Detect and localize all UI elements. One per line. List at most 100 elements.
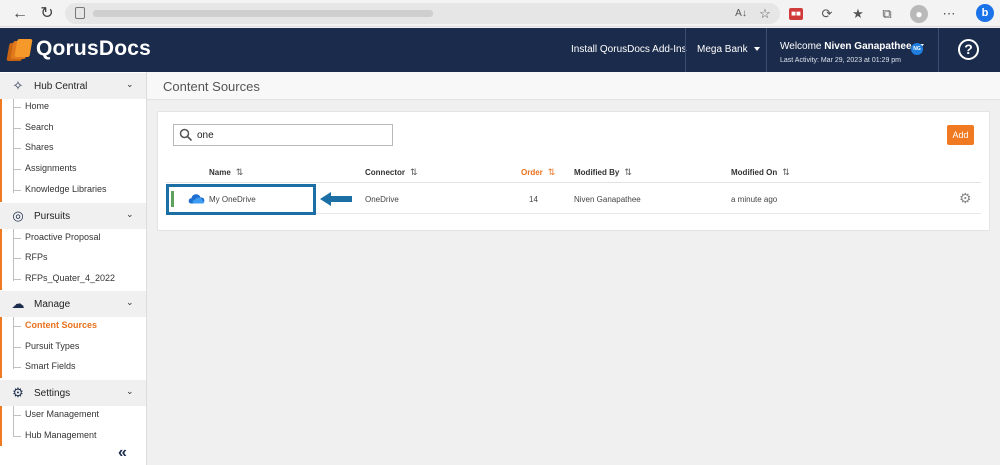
sidebar-section-hub-central[interactable]: ✧ Hub Central ⌄ bbox=[0, 73, 146, 99]
column-header-modified-on[interactable]: Modified On ⇅ bbox=[731, 167, 790, 178]
header-divider bbox=[685, 28, 686, 72]
search-input[interactable] bbox=[197, 130, 387, 141]
install-addins-link[interactable]: Install QorusDocs Add-Ins bbox=[571, 28, 687, 72]
address-url bbox=[93, 10, 433, 17]
sidebar-item-label: Shares bbox=[25, 142, 54, 152]
modified-on-cell: a minute ago bbox=[731, 195, 778, 204]
column-label: Name bbox=[209, 168, 231, 177]
chevron-down-icon: ⌄ bbox=[126, 297, 134, 307]
sidebar-section-manage[interactable]: ☁ Manage ⌄ bbox=[0, 291, 146, 317]
sidebar-item-assignments[interactable]: Assignments bbox=[13, 159, 143, 179]
sidebar-item-hub-management[interactable]: Hub Management bbox=[13, 426, 143, 446]
arrow-left-icon bbox=[320, 192, 352, 206]
sort-icon: ⇅ bbox=[235, 167, 244, 177]
collections-icon[interactable]: ⧉ bbox=[878, 5, 896, 23]
browser-toolbar: ← ↻ A↓ ☆ ■■ ⟳ ★ ⧉ ● ⋯ b bbox=[0, 0, 1000, 27]
section-accent-bar bbox=[0, 406, 2, 446]
sidebar-item-smart-fields[interactable]: Smart Fields bbox=[13, 357, 143, 377]
sort-icon: ⇅ bbox=[782, 167, 790, 177]
sidebar-item-search[interactable]: Search bbox=[13, 118, 143, 138]
sidebar-section-pursuits[interactable]: ◎ Pursuits ⌄ bbox=[0, 203, 146, 229]
brand-name: QorusDocs bbox=[36, 37, 151, 60]
sidebar-item-home[interactable]: Home bbox=[13, 97, 143, 117]
sidebar-item-label: RFPs bbox=[25, 252, 48, 262]
chevron-down-icon: ⌄ bbox=[126, 79, 134, 89]
collapse-sidebar-icon[interactable]: « bbox=[118, 444, 127, 462]
sidebar-section-label: Pursuits bbox=[34, 211, 71, 222]
refresh-icon[interactable]: ↻ bbox=[36, 3, 58, 25]
sidebar-item-rfps-quater-4-2022[interactable]: RFPs_Quater_4_2022 bbox=[13, 269, 143, 289]
target-icon: ◎ bbox=[12, 208, 24, 223]
column-header-name[interactable]: Name ⇅ bbox=[209, 167, 243, 178]
sidebar-item-label: Pursuit Types bbox=[25, 341, 80, 351]
sidebar-section-label: Settings bbox=[34, 388, 71, 399]
sort-icon: ⇅ bbox=[624, 167, 632, 177]
column-header-modified-by[interactable]: Modified By ⇅ bbox=[574, 167, 632, 178]
section-accent-bar bbox=[0, 229, 2, 290]
search-field[interactable] bbox=[173, 124, 393, 146]
org-label: Mega Bank bbox=[697, 44, 748, 55]
last-activity: Last Activity: Mar 29, 2023 at 01:29 pm bbox=[780, 57, 902, 64]
row-settings-gear-icon[interactable]: ⚙ bbox=[959, 190, 972, 207]
sidebar-item-proactive-proposal[interactable]: Proactive Proposal bbox=[13, 228, 143, 248]
sidebar-item-label: Proactive Proposal bbox=[25, 232, 101, 242]
order-cell: 14 bbox=[529, 195, 538, 204]
sidebar-item-pursuit-types[interactable]: Pursuit Types bbox=[13, 337, 143, 357]
page-header: Content Sources bbox=[147, 72, 1000, 100]
modified-by-cell: Niven Ganapathee bbox=[574, 195, 641, 204]
sidebar-item-label: User Management bbox=[25, 409, 100, 419]
help-icon[interactable]: ? bbox=[958, 39, 979, 60]
sidebar-item-knowledge-libraries[interactable]: Knowledge Libraries bbox=[13, 180, 143, 200]
header-divider bbox=[938, 28, 939, 72]
sort-icon: ⇅ bbox=[410, 167, 418, 177]
sidebar-item-label: Content Sources bbox=[25, 320, 98, 330]
app-header: QorusDocs Install QorusDocs Add-Ins Mega… bbox=[0, 28, 1000, 72]
sidebar-item-label: Knowledge Libraries bbox=[25, 184, 107, 194]
profile-icon[interactable]: ● bbox=[910, 5, 928, 23]
table-row[interactable]: My OneDrive OneDrive 14 Niven Ganapathee… bbox=[166, 184, 981, 215]
connector-cell: OneDrive bbox=[365, 195, 399, 204]
column-header-order[interactable]: Order ⇅ bbox=[521, 167, 555, 178]
column-label: Modified By bbox=[574, 168, 620, 177]
avatar[interactable]: NG bbox=[911, 43, 923, 55]
org-selector[interactable]: Mega Bank bbox=[697, 28, 760, 72]
read-aloud-icon[interactable]: A↓ bbox=[732, 5, 750, 23]
hub-icon: ✧ bbox=[12, 78, 24, 93]
user-menu[interactable]: Welcome Niven Ganapathee bbox=[780, 41, 924, 52]
add-button[interactable]: Add bbox=[947, 125, 974, 145]
sidebar-item-label: Smart Fields bbox=[25, 361, 76, 371]
section-accent-bar bbox=[0, 99, 2, 202]
sidebar-item-rfps[interactable]: RFPs bbox=[13, 248, 143, 268]
favorite-star-icon[interactable]: ☆ bbox=[756, 5, 774, 23]
section-accent-bar bbox=[0, 317, 2, 378]
refresh-extension-icon[interactable]: ⟳ bbox=[818, 5, 836, 23]
back-icon[interactable]: ← bbox=[9, 3, 31, 25]
favorites-icon[interactable]: ★ bbox=[849, 5, 867, 23]
user-name: Niven Ganapathee bbox=[824, 41, 912, 52]
search-icon bbox=[179, 128, 193, 142]
chevron-down-icon: ⌄ bbox=[126, 209, 134, 219]
sidebar-section-label: Manage bbox=[34, 299, 71, 310]
lock-icon bbox=[75, 7, 85, 19]
sidebar-section-settings[interactable]: ⚙ Settings ⌄ bbox=[0, 380, 146, 406]
content-sources-card: Add Name ⇅ Connector ⇅ Order ⇅ Modified By ⇅… bbox=[157, 111, 990, 231]
main-content: Content Sources Add Name ⇅ Connector ⇅ Ord… bbox=[147, 72, 1000, 465]
bing-icon[interactable]: b bbox=[976, 4, 994, 22]
sidebar-item-user-management[interactable]: User Management bbox=[13, 405, 143, 425]
sidebar-item-label: RFPs_Quater_4_2022 bbox=[25, 273, 116, 283]
sidebar-item-shares[interactable]: Shares bbox=[13, 138, 143, 158]
source-name-link[interactable]: My OneDrive bbox=[209, 195, 256, 204]
address-bar[interactable] bbox=[65, 3, 780, 24]
column-header-connector[interactable]: Connector ⇅ bbox=[365, 167, 418, 178]
welcome-prefix: Welcome bbox=[780, 41, 822, 52]
extension-icon[interactable]: ■■ bbox=[789, 8, 803, 20]
column-label: Modified On bbox=[731, 168, 778, 177]
sidebar-item-label: Hub Management bbox=[25, 430, 97, 440]
cloud-users-icon: ☁ bbox=[11, 296, 25, 311]
more-menu-icon[interactable]: ⋯ bbox=[940, 5, 958, 23]
chevron-down-icon: ⌄ bbox=[126, 386, 134, 396]
sidebar-item-content-sources[interactable]: Content Sources bbox=[13, 316, 143, 336]
column-label: Connector bbox=[365, 168, 405, 177]
onedrive-icon bbox=[188, 194, 205, 204]
sidebar-section-label: Hub Central bbox=[34, 81, 88, 92]
